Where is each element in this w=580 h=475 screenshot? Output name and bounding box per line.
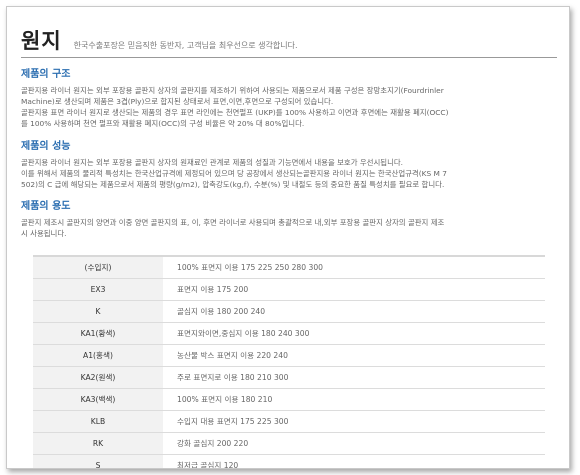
product-code-cell: EX3 [33,278,163,301]
page-subtitle: 한국수출포장은 믿음직한 동반자, 고객님을 최우선으로 생각합니다. [73,41,298,50]
text-line: Machine)로 생산되며 제품은 3겹(Ply)으로 합지된 상태로서 표면… [21,97,334,106]
product-desc-cell: 주로 표면지로 이용 180 210 300 [163,366,545,389]
product-code-cell: S [33,454,163,468]
table-row: KA2(원색) 주로 표면지로 이용 180 210 300 [33,366,545,389]
table-row: KLB 수입지 대용 표면지 175 225 300 [33,410,545,433]
product-code-cell: KA2(원색) [33,366,163,389]
product-desc-cell: 최저급 골심지 120 [163,454,545,468]
page-header: 원지 한국수출포장은 믿음직한 동반자, 고객님을 최우선으로 생각합니다. [21,25,298,55]
table-row: (수입지) 100% 표면지 이용 175 225 250 280 300 [33,255,545,279]
text-line: 시 사용됩니다. [21,229,67,238]
text-line: 이를 위해서 제품의 물리적 특성치는 한국산업규격에 제정되어 있으며 당 공… [21,169,447,178]
section-structure: 제품의 구조 골판지용 라이너 원지는 외부 포장용 골판지 상자의 골판지를 … [21,65,557,129]
table-row: EX3 표면지 이용 175 200 [33,278,545,301]
section-usage: 제품의 용도 골판지 제조시 골판지의 양면과 이중 양면 골판지의 표, 이,… [21,197,557,239]
section-heading: 제품의 구조 [21,69,71,80]
product-desc-cell: 100% 표면지 이용 175 225 250 280 300 [163,255,545,279]
text-line: 골판지용 표면 라이너 원지로 생산되는 제품의 경우 표면 라인에는 천연펄프… [21,108,449,117]
product-code-cell: RK [33,432,163,455]
table-row: KA3(백색) 100% 표면지 이용 180 210 [33,388,545,411]
product-code-cell: K [33,300,163,323]
product-code-cell: KA1(황색) [33,322,163,345]
table-row: KA1(황색) 표면지와이면,중심지 이용 180 240 300 [33,322,545,345]
product-desc-cell: 100% 표면지 이용 180 210 [163,388,545,411]
table-row: RK 강화 골심지 200 220 [33,432,545,455]
section-heading: 제품의 용도 [21,201,71,212]
page-title: 원지 [21,29,62,53]
product-spec-table: (수입지) 100% 표면지 이용 175 225 250 280 300 EX… [33,255,545,468]
product-desc-cell: 수입지 대용 표면지 175 225 300 [163,410,545,433]
section-performance: 제품의 성능 골판지용 라이너 원지는 외부 포장용 골판지 상자의 원재료인 … [21,137,557,190]
product-desc-cell: 표면지 이용 175 200 [163,278,545,301]
header-divider [21,57,557,58]
content-panel: 원지 한국수출포장은 믿음직한 동반자, 고객님을 최우선으로 생각합니다. 제… [6,6,570,469]
table-row: K 골심지 이용 180 200 240 [33,300,545,323]
product-desc-cell: 골심지 이용 180 200 240 [163,300,545,323]
product-code-cell: KLB [33,410,163,433]
product-code-cell: KA3(백색) [33,388,163,411]
section-text: 골판지용 라이너 원지는 외부 포장용 골판지 상자의 골판지를 제조하기 위하… [21,85,557,129]
product-code-cell: A1(홍색) [33,344,163,367]
section-text: 골판지 제조시 골판지의 양면과 이중 양면 골판지의 표, 이, 후면 라이너… [21,217,557,239]
product-desc-cell: 표면지와이면,중심지 이용 180 240 300 [163,322,545,345]
product-desc-cell: 농산물 박스 표면지 이용 220 240 [163,344,545,367]
text-line: 골판지용 라이너 원지는 외부 포장용 골판지 상자의 골판지를 제조하기 위하… [21,86,444,95]
product-desc-cell: 강화 골심지 200 220 [163,432,545,455]
table-row: S 최저급 골심지 120 [33,454,545,468]
text-line: 를 100% 사용하며 천연 펄프와 재활용 폐지(OCC)의 구성 비율은 약… [21,119,305,128]
text-line: 골판지용 라이너 원지는 외부 포장용 골판지 상자의 원재료인 관계로 제품의… [21,158,404,167]
text-line: 골판지 제조시 골판지의 양면과 이중 양면 골판지의 표, 이, 후면 라이너… [21,218,445,227]
table-row: A1(홍색) 농산물 박스 표면지 이용 220 240 [33,344,545,367]
text-line: 502)의 C 급에 해당되는 제품으로서 제품의 평량(g/m2), 압축강도… [21,180,445,189]
section-text: 골판지용 라이너 원지는 외부 포장용 골판지 상자의 원재료인 관계로 제품의… [21,157,557,190]
section-heading: 제품의 성능 [21,141,71,152]
product-code-cell: (수입지) [33,255,163,279]
